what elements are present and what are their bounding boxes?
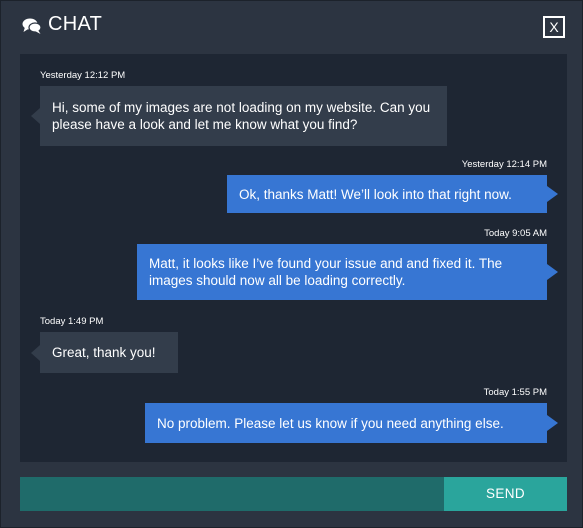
outgoing-message-bubble: Ok, thanks Matt! We’ll look into that ri… [227,175,558,213]
send-button[interactable]: SEND [444,477,567,511]
close-button[interactable]: X [543,16,565,38]
message-timestamp: Yesterday 12:14 PM [461,159,547,170]
message-list[interactable]: Yesterday 12:12 PM Hi, some of my images… [20,54,567,462]
message-timestamp: Today 1:49 PM [40,316,104,327]
chat-window: CHAT X Yesterday 12:12 PM Hi, some of my… [0,0,583,528]
chat-bubbles-icon [22,18,42,34]
message-timestamp: Today 9:05 AM [484,228,547,239]
message-timestamp: Today 1:55 PM [483,387,547,398]
message-timestamp: Yesterday 12:12 PM [40,70,126,81]
incoming-message-bubble: Hi, some of my images are not loading on… [31,86,447,146]
chat-title: CHAT [48,13,103,35]
incoming-message-bubble: Great, thank you! [31,332,178,373]
chat-header: CHAT X [1,1,582,53]
outgoing-message-bubble: No problem. Please let us know if you ne… [145,403,558,443]
message-input[interactable] [20,477,444,511]
outgoing-message-bubble: Matt, it looks like I’ve found your issu… [137,244,558,300]
